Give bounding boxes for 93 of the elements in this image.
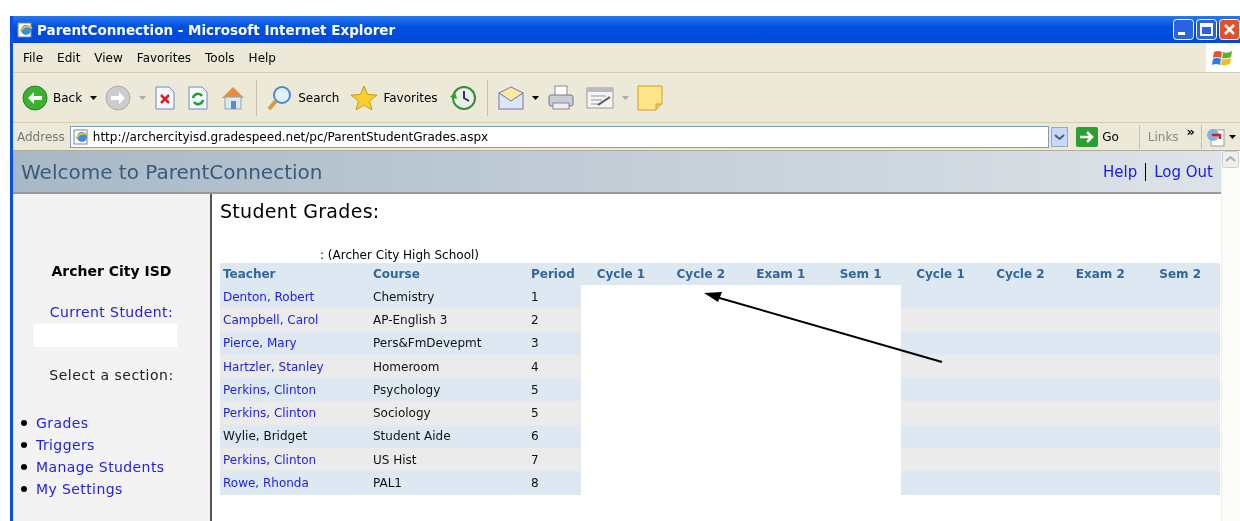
minimize-icon[interactable] xyxy=(1173,19,1194,40)
header-link[interactable]: Help xyxy=(1103,162,1138,181)
address-field[interactable]: http://archercityisd.gradespeed.net/pc/ParentStudentGrades.aspx xyxy=(69,125,1050,148)
table-cell: PAL1 xyxy=(370,471,528,495)
table-cell: Chemistry xyxy=(370,285,528,309)
section-link[interactable]: My Settings xyxy=(36,481,123,497)
menu-item[interactable]: Favorites xyxy=(129,50,199,65)
table-cell: Psychology xyxy=(370,378,528,402)
scroll-up-icon[interactable] xyxy=(1222,151,1239,168)
dropdown-icon[interactable] xyxy=(1051,126,1069,147)
home-icon xyxy=(220,84,247,111)
column-header: Course xyxy=(370,263,528,285)
close-icon[interactable] xyxy=(1219,19,1240,40)
teacher-link[interactable]: Perkins, Clinton xyxy=(223,406,317,421)
stop-icon xyxy=(154,85,177,110)
search-button[interactable]: Search xyxy=(264,82,343,113)
bullet-icon xyxy=(21,442,27,448)
school-name: : (Archer City High School) xyxy=(320,247,480,263)
menu-item[interactable]: Help xyxy=(241,50,283,65)
pdf-document-icon xyxy=(1206,126,1226,147)
table-cell: 5 xyxy=(528,378,581,402)
forward-icon xyxy=(105,84,132,111)
go-button[interactable]: Go xyxy=(1070,124,1140,149)
teacher-link[interactable]: Campbell, Carol xyxy=(223,312,319,327)
menu-item[interactable]: Tools xyxy=(198,50,242,65)
table-cell: Wylie, Bridget xyxy=(223,429,308,444)
back-button[interactable]: Back xyxy=(19,82,86,113)
browser-icon xyxy=(17,21,33,38)
column-header: Sem 1 xyxy=(820,263,901,285)
district-name: Archer City ISD xyxy=(50,263,173,279)
teacher-link[interactable]: Rowe, Rhonda xyxy=(223,476,309,490)
refresh-icon xyxy=(187,85,210,110)
table-cell: 8 xyxy=(528,471,581,495)
menu-item[interactable]: Edit xyxy=(50,50,88,65)
column-header: Teacher xyxy=(220,263,370,285)
page-heading: Student Grades: xyxy=(220,200,381,222)
teacher-link[interactable]: Perkins, Clinton xyxy=(223,382,317,397)
mail-icon xyxy=(497,85,524,110)
table-cell: Student Aide xyxy=(370,424,528,449)
teacher-link[interactable]: Denton, Robert xyxy=(223,289,315,304)
section-link[interactable]: Grades xyxy=(36,415,89,431)
menu-item[interactable]: View xyxy=(87,50,130,65)
maximize-icon[interactable] xyxy=(1196,19,1217,40)
teacher-link[interactable]: Hartzler, Stanley xyxy=(223,359,324,374)
note-icon xyxy=(636,84,663,111)
star-icon xyxy=(350,84,379,111)
edit-icon xyxy=(585,85,614,110)
column-header: Exam 2 xyxy=(1060,263,1141,285)
column-header: Cycle 1 xyxy=(581,263,661,285)
back-icon xyxy=(22,84,48,111)
table-cell: US Hist xyxy=(370,448,528,472)
current-student-label: Current Student: xyxy=(48,304,175,320)
search-icon xyxy=(267,84,294,111)
column-header: Cycle 2 xyxy=(980,263,1061,285)
column-header: Cycle 2 xyxy=(660,263,741,285)
table-cell: 1 xyxy=(528,285,581,309)
table-cell: Pers&FmDevepmt xyxy=(370,331,528,355)
teacher-link[interactable]: Pierce, Mary xyxy=(223,336,297,351)
bullet-icon xyxy=(21,486,27,492)
column-header: Period xyxy=(528,263,581,285)
section-link[interactable]: Manage Students xyxy=(36,459,165,475)
column-header: Sem 2 xyxy=(1140,263,1221,285)
printer-icon xyxy=(546,84,575,111)
bullet-icon xyxy=(21,420,27,426)
links-button[interactable]: Links » xyxy=(1141,124,1202,149)
header-link[interactable]: Log Out xyxy=(1154,162,1213,181)
history-icon xyxy=(448,84,477,111)
column-header: Exam 1 xyxy=(740,263,821,285)
table-cell: 3 xyxy=(528,331,581,355)
section-prompt: Select a section: xyxy=(48,367,175,383)
column-header: Cycle 1 xyxy=(900,263,981,285)
table-cell: Sociology xyxy=(370,401,528,425)
bullet-icon xyxy=(21,464,27,470)
banner-title: Welcome to ParentConnection xyxy=(21,159,323,184)
address-label: Address xyxy=(17,129,66,144)
window-title: ParentConnection - Microsoft Internet Explorer xyxy=(37,21,397,38)
caret-icon[interactable] xyxy=(90,95,98,100)
table-cell: 7 xyxy=(528,448,581,472)
table-cell: 6 xyxy=(528,424,581,449)
pdf-button[interactable] xyxy=(1204,126,1238,147)
table-cell: 2 xyxy=(528,308,581,332)
table-cell: Homeroom xyxy=(370,354,528,379)
caret-icon xyxy=(1229,134,1236,139)
table-cell: AP-English 3 xyxy=(370,308,528,332)
table-cell: 5 xyxy=(528,401,581,425)
favorites-button[interactable]: Favorites xyxy=(347,82,441,113)
caret-icon[interactable] xyxy=(531,95,539,100)
menu-item[interactable]: File xyxy=(16,50,51,65)
section-link[interactable]: Triggers xyxy=(36,437,95,453)
browser-page-icon xyxy=(72,128,89,145)
scroll-bar[interactable] xyxy=(1221,151,1240,521)
teacher-link[interactable]: Perkins, Clinton xyxy=(223,452,317,467)
table-cell: 4 xyxy=(528,354,581,379)
